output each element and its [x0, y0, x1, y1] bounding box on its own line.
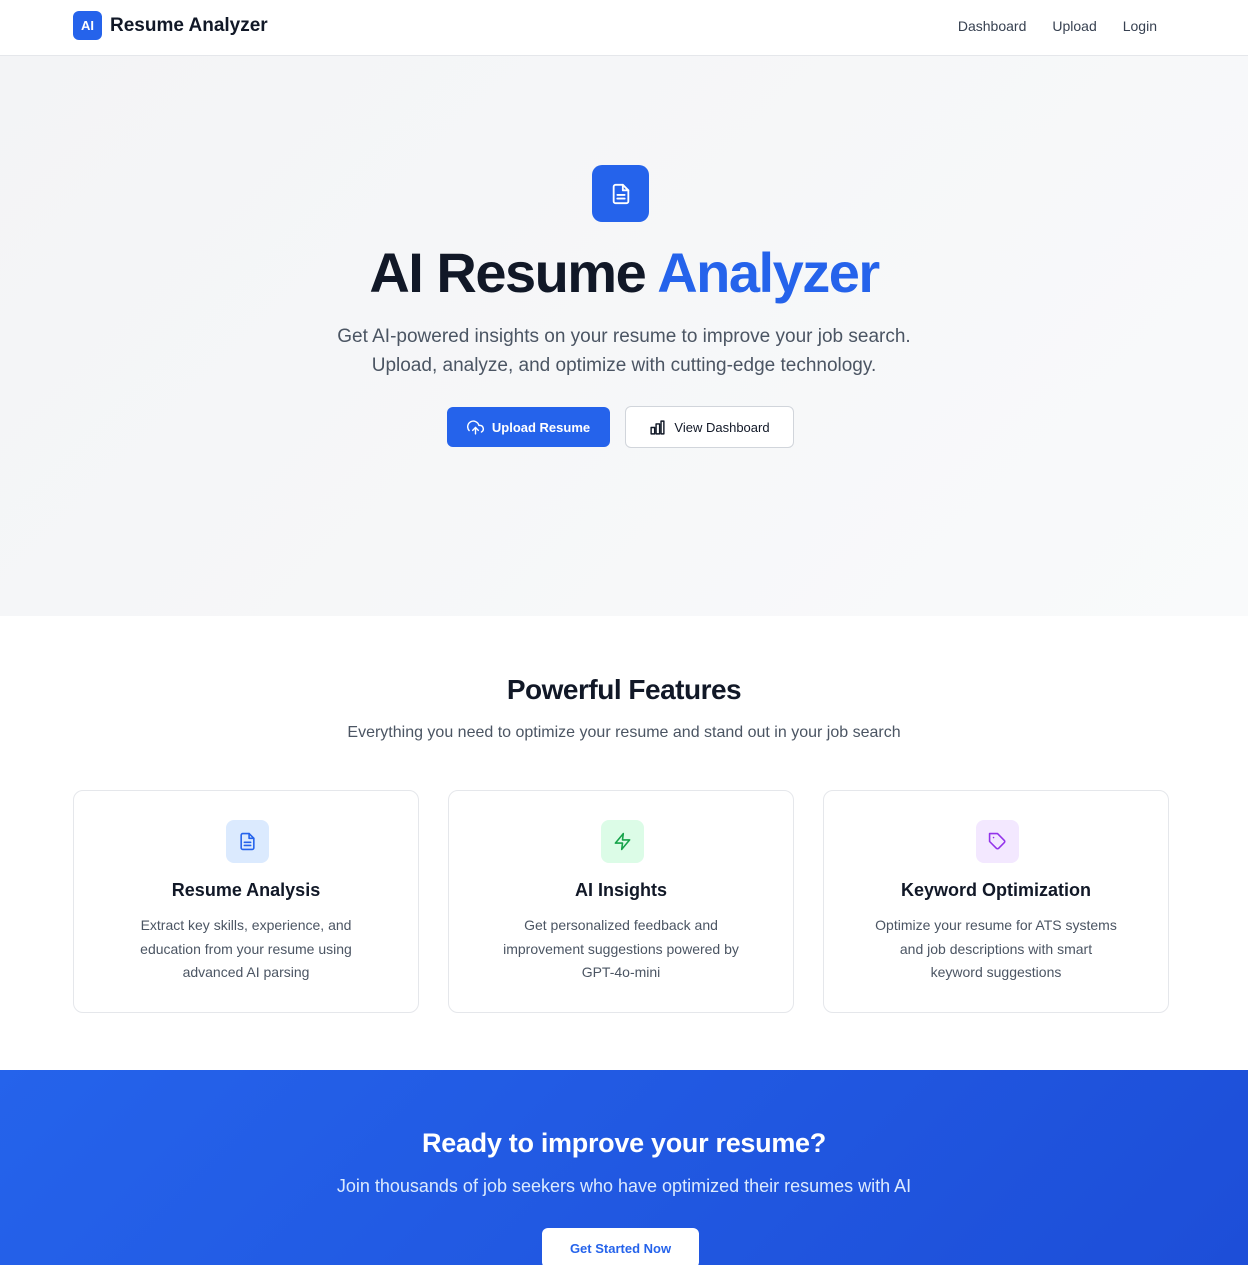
brand-badge: AI	[73, 11, 102, 40]
nav-upload-link[interactable]: Upload	[1052, 18, 1096, 34]
nav-dashboard-link[interactable]: Dashboard	[958, 18, 1027, 34]
nav-login-link[interactable]: Login	[1123, 18, 1157, 34]
feature-card-title: Keyword Optimization	[900, 880, 1091, 900]
features-section: Powerful Features Everything you need to…	[0, 616, 1248, 1070]
hero-title-main: AI Resume	[369, 241, 658, 304]
hero-subtitle: Get AI-powered insights on your resume t…	[0, 322, 1248, 380]
features-subtitle: Everything you need to optimize your res…	[347, 724, 901, 741]
features-title: Powerful Features	[506, 674, 742, 705]
feature-card-description: Extract key skills, experience, and educ…	[140, 917, 352, 980]
hero-title: AI Resume Analyzer	[0, 240, 1248, 305]
feature-cards: Resume Analysis Extract key skills, expe…	[73, 790, 1169, 1013]
hero-subtitle-line1: Get AI-powered insights on your resume t…	[337, 326, 911, 347]
hero-subtitle-line2: Upload, analyze, and optimize with cutti…	[371, 355, 877, 376]
hero-section: AI Resume Analyzer Get AI-powered insigh…	[0, 56, 1248, 616]
hero-title-accent: Analyzer	[657, 241, 880, 304]
feature-card-description: Optimize your resume for ATS systems and…	[875, 917, 1117, 980]
document-icon	[226, 820, 269, 863]
top-navbar: AI Resume Analyzer Dashboard Upload Logi…	[0, 0, 1248, 56]
document-icon	[592, 165, 649, 222]
feature-card-title: Resume Analysis	[171, 880, 321, 900]
brand-logo[interactable]: AI Resume Analyzer	[73, 11, 268, 40]
feature-card-keyword-optimization: Keyword Optimization Optimize your resum…	[823, 790, 1169, 1013]
upload-cloud-icon	[466, 419, 484, 435]
hero-actions: Upload Resume View Dashboard	[447, 406, 794, 448]
feature-card-resume-analysis: Resume Analysis Extract key skills, expe…	[73, 790, 419, 1013]
feature-card-title: AI Insights	[574, 880, 667, 900]
tag-icon	[976, 820, 1019, 863]
upload-resume-button[interactable]: Upload Resume	[447, 407, 610, 447]
upload-resume-label: Upload Resume	[491, 419, 591, 435]
view-dashboard-button[interactable]: View Dashboard	[625, 406, 794, 448]
lightning-icon	[601, 820, 644, 863]
bar-chart-icon	[650, 419, 666, 435]
feature-card-ai-insights: AI Insights Get personalized feedback an…	[448, 790, 794, 1013]
feature-card-description: Get personalized feedback and improvemen…	[503, 917, 739, 980]
brand-name: Resume Analyzer	[110, 14, 268, 36]
main-nav: Dashboard Upload Login	[958, 18, 1157, 34]
cta-subtitle: Join thousands of job seekers who have o…	[336, 1176, 912, 1196]
cta-title: Ready to improve your resume?	[422, 1128, 826, 1158]
cta-section: Ready to improve your resume? Join thous…	[0, 1070, 1248, 1265]
view-dashboard-label: View Dashboard	[674, 419, 770, 435]
get-started-button[interactable]: Get Started Now	[542, 1228, 699, 1265]
